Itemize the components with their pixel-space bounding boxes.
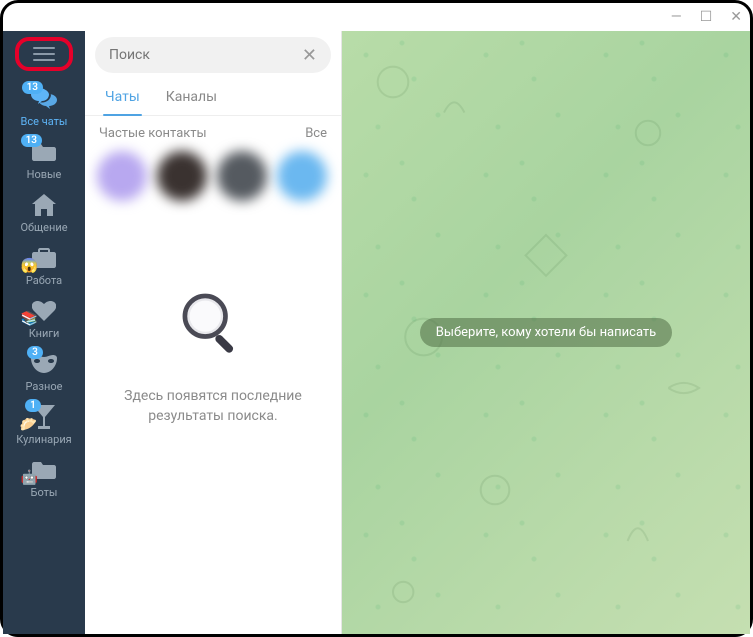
tab-chats[interactable]: Чаты xyxy=(103,81,142,115)
folder-emoji: 😱 xyxy=(21,258,38,274)
folder-новые[interactable]: 13 Новые xyxy=(3,132,85,185)
minimize-button[interactable]: — xyxy=(671,9,682,25)
folder-label: Разное xyxy=(26,380,63,393)
folder-emoji: 📚 xyxy=(21,311,38,327)
chats-icon: 13 xyxy=(31,85,57,113)
badge: 13 xyxy=(21,134,42,147)
search-column: ✕ Чаты Каналы Частые контакты Все Здесь … xyxy=(85,31,342,634)
badge: 3 xyxy=(27,346,43,359)
folder-разное[interactable]: 3 Разное xyxy=(3,344,85,397)
close-button[interactable]: ✕ xyxy=(730,9,742,25)
folder-emoji: 🤖 xyxy=(21,470,38,486)
all-contacts-link[interactable]: Все xyxy=(305,126,327,141)
folder-label: Боты xyxy=(31,486,58,499)
folder-общение[interactable]: Общение xyxy=(3,185,85,238)
clear-search-icon[interactable]: ✕ xyxy=(302,45,317,66)
contact-avatar[interactable] xyxy=(97,151,147,201)
briefcase-icon: 😱 xyxy=(32,244,56,272)
folder-label: Кулинария xyxy=(16,433,71,446)
empty-search-state: Здесь появятся последние результаты поис… xyxy=(85,215,341,634)
folder-icon: 🤖 xyxy=(32,456,56,484)
badge: 1 xyxy=(25,399,41,412)
heart-icon: 📚 xyxy=(32,297,56,325)
select-chat-hint: Выберите, кому хотели бы написать xyxy=(420,318,672,347)
folder-icon: 13 xyxy=(32,138,56,166)
frequent-contacts-header: Частые контакты Все xyxy=(85,116,341,147)
folder-все-чаты[interactable]: 13 Все чаты xyxy=(3,79,85,132)
folder-label: Общение xyxy=(20,221,67,234)
folder-label: Книги xyxy=(29,327,60,340)
folder-книги[interactable]: 📚Книги xyxy=(3,291,85,344)
folder-label: Работа xyxy=(26,274,62,287)
folder-label: Новые xyxy=(27,168,62,181)
contact-avatar[interactable] xyxy=(157,151,207,201)
titlebar: — ☐ ✕ xyxy=(3,3,750,31)
hamburger-menu-icon[interactable] xyxy=(33,47,55,61)
folder-боты[interactable]: 🤖Боты xyxy=(3,450,85,503)
frequent-contacts-avatars xyxy=(85,147,341,215)
mask-icon: 3 xyxy=(31,350,57,378)
tab-channels[interactable]: Каналы xyxy=(164,81,219,115)
search-input[interactable] xyxy=(109,47,302,63)
home-icon xyxy=(32,191,56,219)
cocktail-icon: 1🥟 xyxy=(33,403,55,431)
folder-работа[interactable]: 😱Работа xyxy=(3,238,85,291)
magnifier-icon xyxy=(174,285,252,363)
sidebar: 13Все чаты13НовыеОбщение😱Работа📚Книги3Ра… xyxy=(3,31,85,634)
contact-avatar[interactable] xyxy=(217,151,267,201)
empty-search-text: Здесь появятся последние результаты поис… xyxy=(85,387,341,426)
search-tabs: Чаты Каналы xyxy=(85,81,341,116)
chat-content-area: Выберите, кому хотели бы написать xyxy=(342,31,750,634)
menu-button-highlight xyxy=(15,37,73,71)
search-box[interactable]: ✕ xyxy=(95,37,331,73)
maximize-button[interactable]: ☐ xyxy=(700,9,713,25)
folder-label: Все чаты xyxy=(21,115,68,128)
frequent-contacts-label: Частые контакты xyxy=(99,126,207,141)
contact-avatar[interactable] xyxy=(277,151,327,201)
folder-emoji: 🥟 xyxy=(20,417,37,433)
folder-кулинария[interactable]: 1🥟Кулинария xyxy=(3,397,85,450)
badge: 13 xyxy=(22,81,43,94)
